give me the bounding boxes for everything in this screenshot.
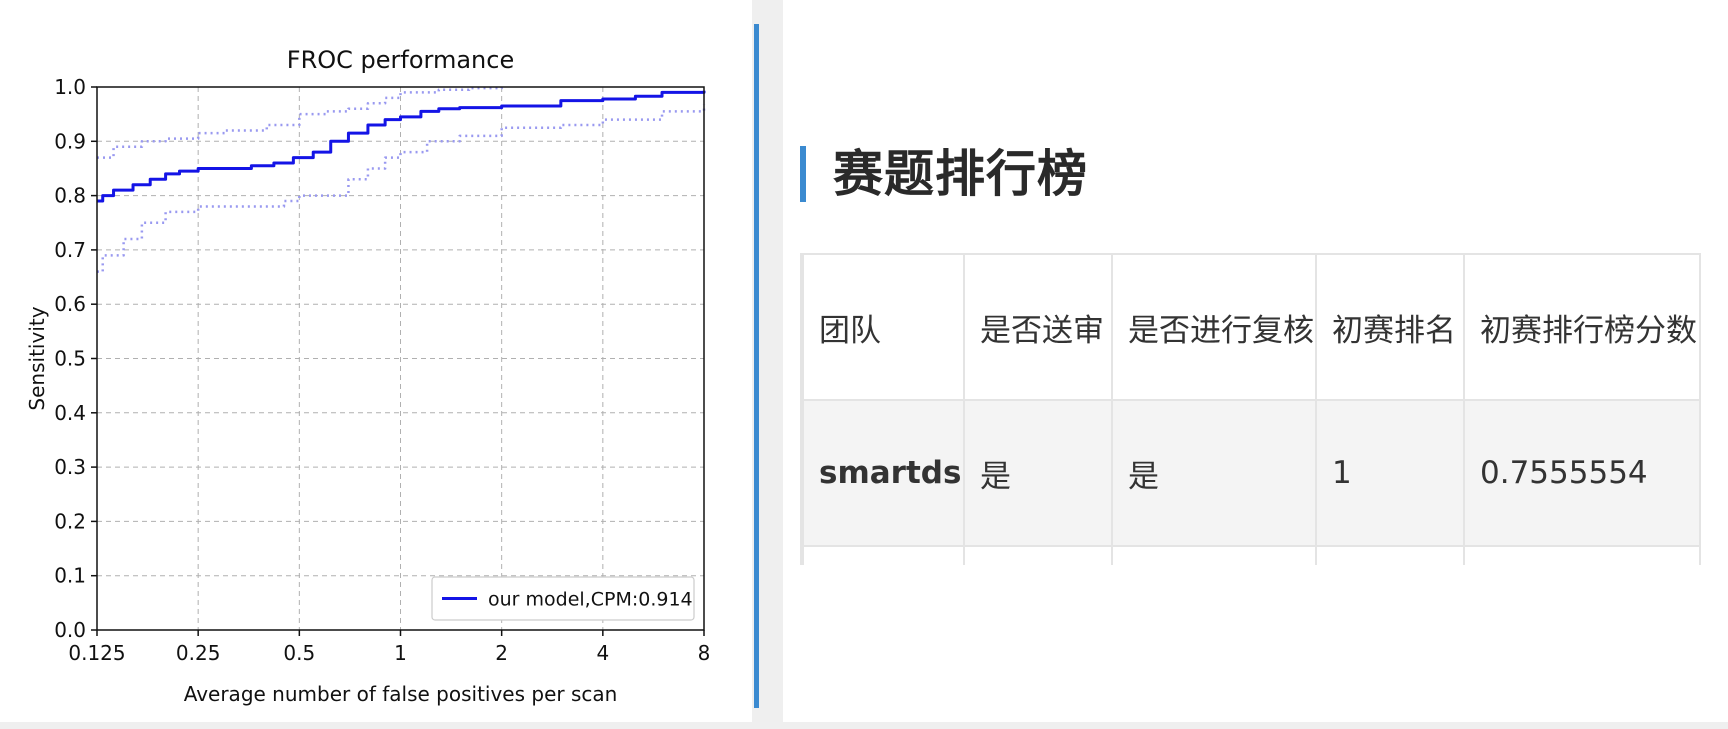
legend-label: our model,CPM:0.914 bbox=[488, 589, 693, 611]
x-tick-label: 1 bbox=[394, 641, 407, 665]
cell-prelim-rank: 1 bbox=[1315, 399, 1465, 547]
y-tick-label: 0.0 bbox=[54, 618, 86, 642]
x-axis-label: Average number of false positives per sc… bbox=[184, 682, 618, 706]
y-tick-label: 0.6 bbox=[54, 292, 86, 316]
leaderboard-panel: 赛题排行榜 团队 是否送审 是否进行复核 初赛排名 初赛排行榜分数 smartd… bbox=[783, 0, 1728, 722]
column-header-prelim-score: 初赛排行榜分数 bbox=[1463, 253, 1699, 401]
y-tick-label: 0.1 bbox=[54, 564, 86, 588]
cell-reviewed: 是 bbox=[1111, 399, 1317, 547]
y-tick-label: 0.4 bbox=[54, 401, 86, 425]
leaderboard-table: 团队 是否送审 是否进行复核 初赛排名 初赛排行榜分数 smartdsp 是 是… bbox=[802, 253, 1699, 565]
table-row-empty bbox=[802, 545, 1699, 565]
table-row: smartdsp 是 是 1 0.7555554 bbox=[802, 399, 1699, 547]
x-tick-label: 0.125 bbox=[68, 641, 125, 665]
x-tick-label: 0.25 bbox=[176, 641, 221, 665]
y-tick-label: 0.7 bbox=[54, 238, 86, 262]
column-header-team: 团队 bbox=[802, 253, 965, 401]
cell-empty bbox=[963, 545, 1113, 565]
chart-title: FROC performance bbox=[287, 46, 514, 74]
panel-divider bbox=[754, 24, 759, 708]
cell-empty bbox=[1463, 545, 1699, 565]
leaderboard-table-wrapper: 团队 是否送审 是否进行复核 初赛排名 初赛排行榜分数 smartdsp 是 是… bbox=[800, 253, 1701, 565]
table-header-row: 团队 是否送审 是否进行复核 初赛排名 初赛排行榜分数 bbox=[802, 253, 1699, 401]
column-header-reviewed: 是否进行复核 bbox=[1111, 253, 1317, 401]
y-tick-label: 0.9 bbox=[54, 129, 86, 153]
y-tick-label: 1.0 bbox=[54, 75, 86, 99]
column-header-prelim-rank: 初赛排名 bbox=[1315, 253, 1465, 401]
cell-empty bbox=[1315, 545, 1465, 565]
cell-empty bbox=[802, 545, 965, 565]
cell-team: smartdsp bbox=[802, 399, 965, 547]
x-tick-label: 4 bbox=[596, 641, 609, 665]
froc-chart-panel: 0.125 0.25 0.5 1 2 4 8 0.0 0.1 0.2 0.3 0.4 0.5 0.6 0.7… bbox=[0, 0, 752, 722]
x-tick-label: 0.5 bbox=[283, 641, 315, 665]
y-tick-label: 0.2 bbox=[54, 509, 86, 533]
y-tick-label: 0.5 bbox=[54, 347, 86, 371]
cell-empty bbox=[1111, 545, 1317, 565]
cell-submitted: 是 bbox=[963, 399, 1113, 547]
y-axis-label: Sensitivity bbox=[25, 306, 49, 410]
froc-chart: 0.125 0.25 0.5 1 2 4 8 0.0 0.1 0.2 0.3 0.4 0.5 0.6 0.7… bbox=[25, 46, 711, 706]
cell-prelim-score: 0.7555554 bbox=[1463, 399, 1699, 547]
x-tick-label: 8 bbox=[698, 641, 711, 665]
heading-accent-bar bbox=[800, 146, 806, 202]
y-tick-label: 0.3 bbox=[54, 455, 86, 479]
y-tick-label: 0.8 bbox=[54, 184, 86, 208]
leaderboard-heading: 赛题排行榜 bbox=[833, 145, 1088, 203]
column-header-submitted: 是否送审 bbox=[963, 253, 1113, 401]
x-tick-label: 2 bbox=[495, 641, 508, 665]
